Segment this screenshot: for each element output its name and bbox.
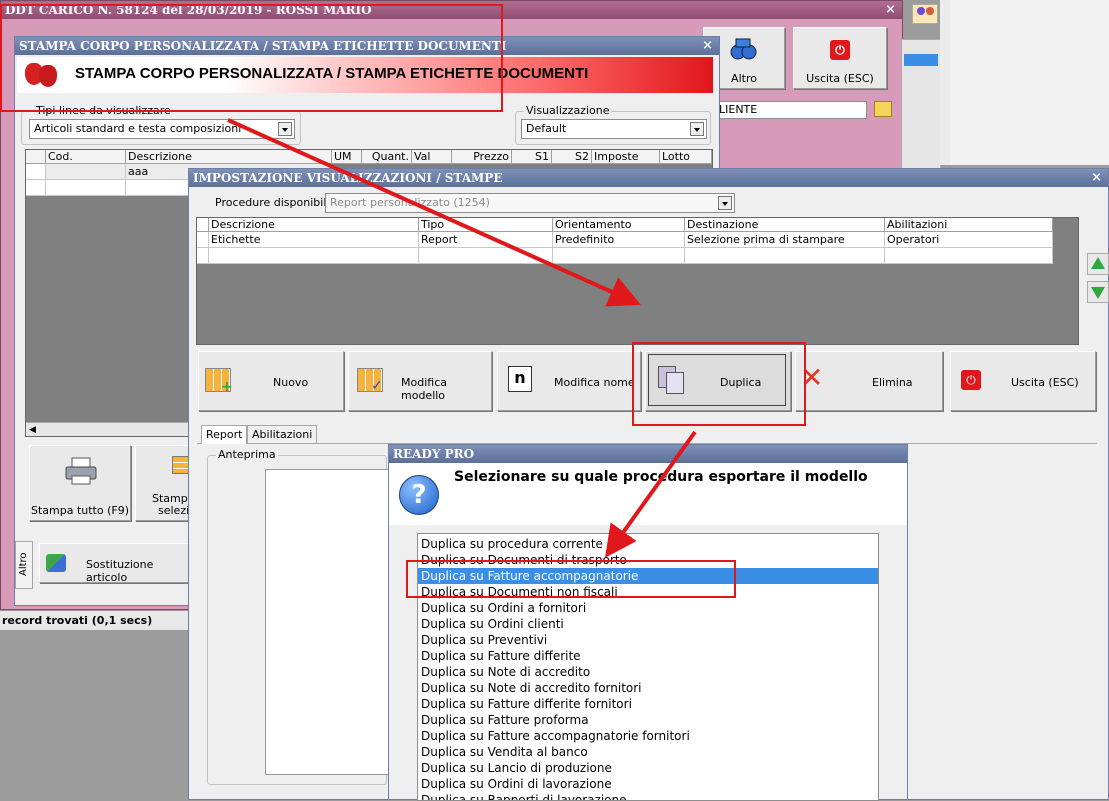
arrow-1 <box>227 118 641 307</box>
annotation-arrows <box>227 118 697 558</box>
arrow-2 <box>605 430 697 558</box>
tab-report[interactable]: Report <box>201 425 248 444</box>
